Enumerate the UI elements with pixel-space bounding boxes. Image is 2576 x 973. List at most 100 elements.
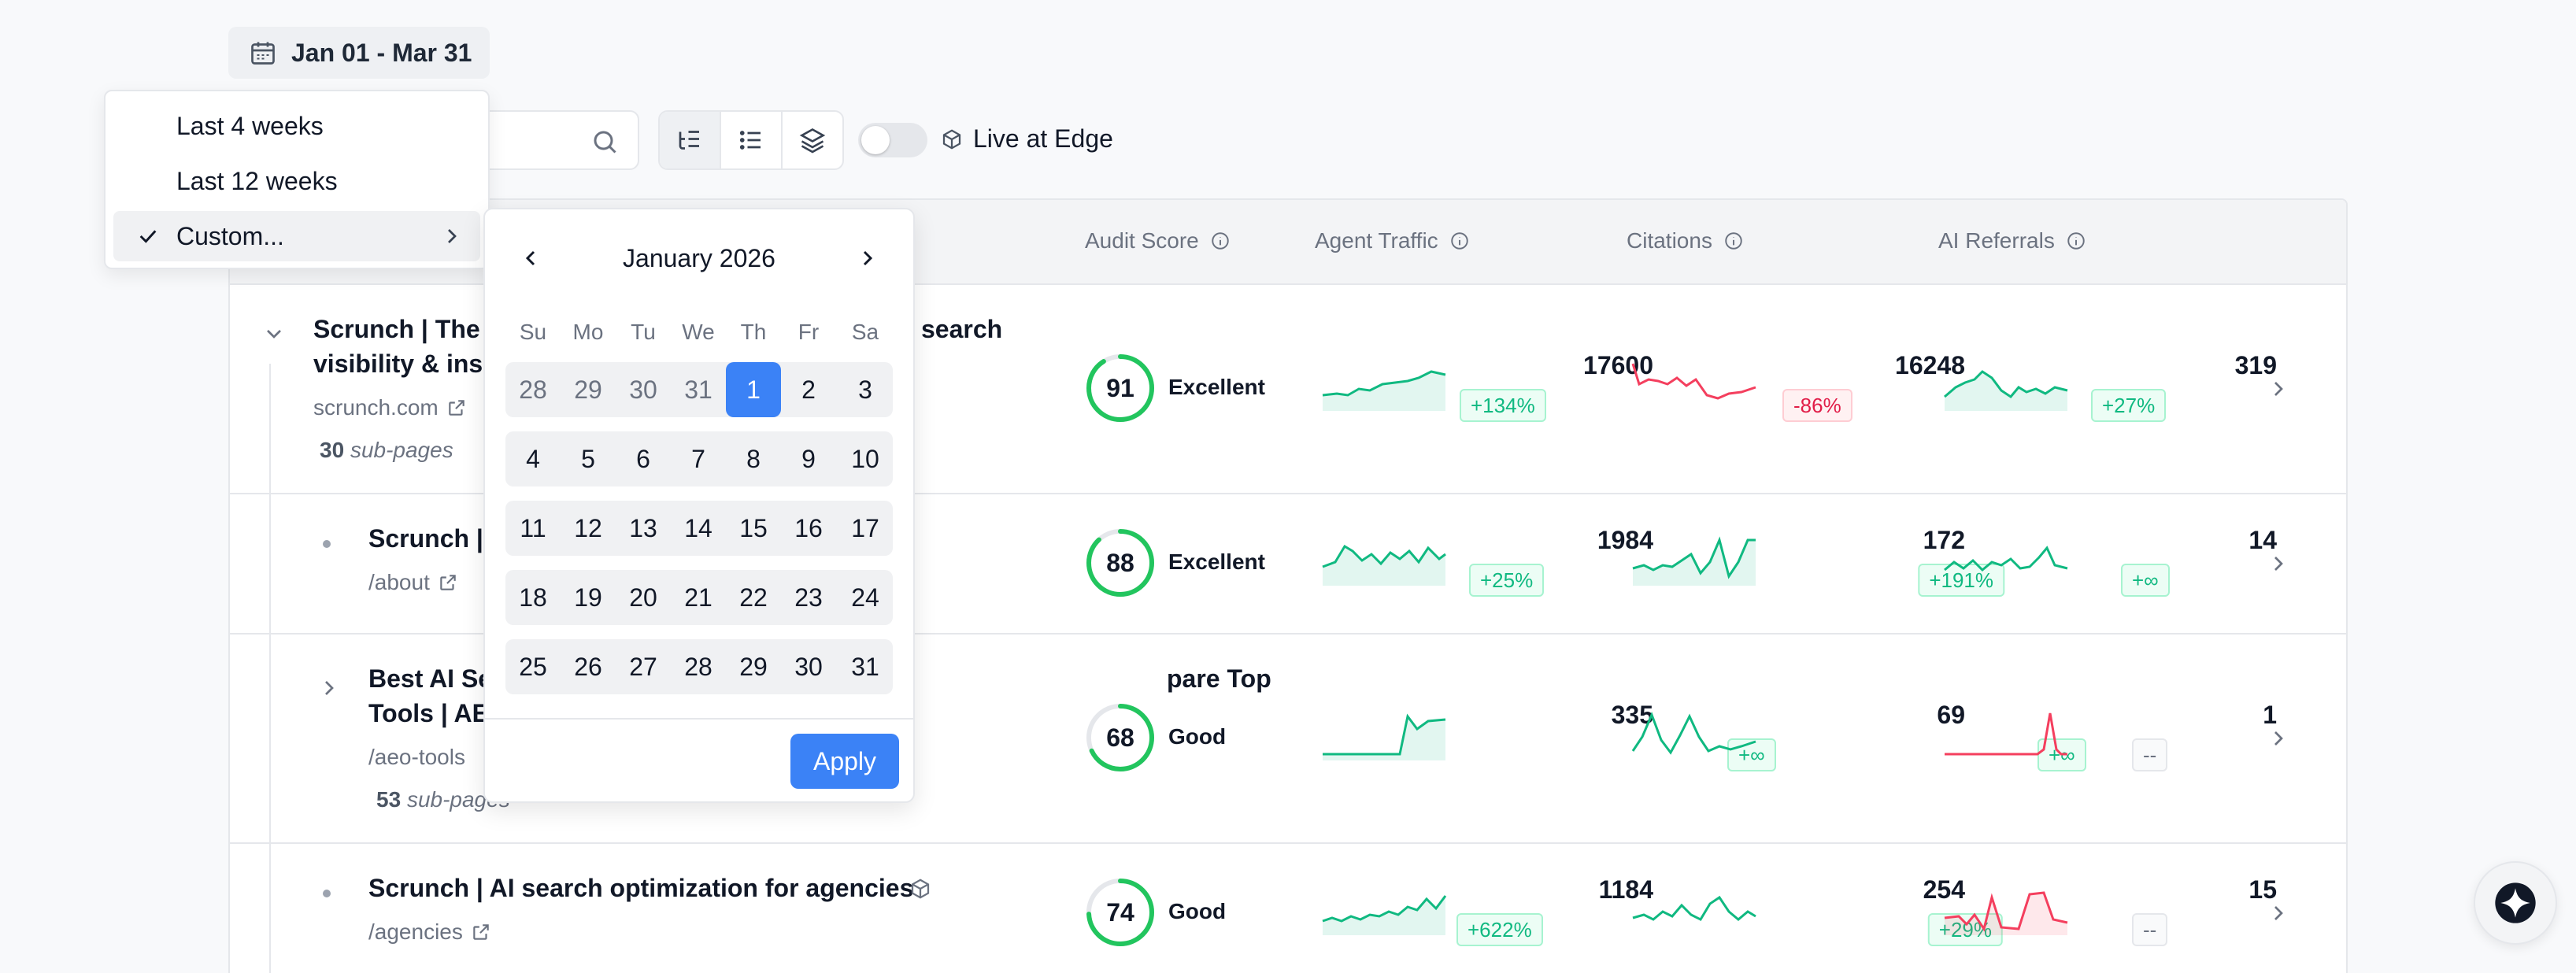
- cube-icon: [911, 879, 930, 899]
- page-url[interactable]: /agencies: [368, 919, 491, 945]
- live-at-edge-toggle[interactable]: [858, 123, 927, 157]
- calendar-day[interactable]: 7: [671, 431, 726, 486]
- info-icon[interactable]: [2066, 231, 2086, 251]
- calendar-day[interactable]: 20: [616, 570, 671, 625]
- column-agent-traffic: Agent Traffic: [1315, 228, 1470, 253]
- weekday-label: Su: [519, 320, 547, 344]
- calendar-day[interactable]: 30: [616, 362, 671, 417]
- calendar-day[interactable]: 29: [726, 639, 781, 694]
- calendar-day[interactable]: 4: [505, 431, 561, 486]
- external-link-icon[interactable]: [438, 572, 458, 593]
- calendar-day[interactable]: 30: [781, 639, 836, 694]
- agent-traffic-delta: +25%: [1469, 564, 1545, 597]
- subpages-count: 30 sub-pages: [320, 438, 453, 462]
- cube-icon: [942, 128, 961, 150]
- ai-referrals-delta: --: [2132, 913, 2168, 946]
- sparkle-icon: [2495, 882, 2536, 923]
- ai-referrals-delta: +27%: [2091, 389, 2167, 422]
- calendar-day[interactable]: 25: [505, 639, 561, 694]
- calendar-day[interactable]: 18: [505, 570, 561, 625]
- ai-referrals-delta: --: [2132, 738, 2168, 771]
- bullet-icon: [323, 890, 331, 897]
- page-title-line2: visibility & insig: [313, 350, 505, 378]
- agent-traffic-delta: +622%: [1456, 913, 1543, 946]
- external-link-icon[interactable]: [471, 922, 491, 942]
- calendar-day[interactable]: 13: [616, 501, 671, 556]
- calendar-popover: January 2026 Su Mo Tu We Th Fr Sa 28 29 30…: [483, 208, 915, 803]
- list-view-button[interactable]: [721, 112, 783, 168]
- calendar-day[interactable]: 15: [726, 501, 781, 556]
- calendar-day[interactable]: 22: [726, 570, 781, 625]
- weekday-label: Tu: [631, 320, 656, 344]
- citations-sparkline: [1632, 895, 1756, 921]
- calendar-day[interactable]: 8: [726, 431, 781, 486]
- view-mode-group: [658, 110, 844, 170]
- weekday-label: Mo: [572, 320, 604, 344]
- table-row[interactable]: Scrunch | AI search optimization for age…: [230, 844, 2346, 973]
- calendar-day[interactable]: 9: [781, 431, 836, 486]
- calendar-day[interactable]: 28: [671, 639, 726, 694]
- calendar-day[interactable]: 23: [781, 570, 836, 625]
- layers-view-button[interactable]: [783, 112, 842, 168]
- external-link-icon[interactable]: [446, 398, 467, 418]
- weekday-label: We: [682, 320, 715, 344]
- calendar-day[interactable]: 28: [505, 362, 561, 417]
- ai-referrals-value: 15: [2248, 875, 2277, 904]
- calendar-day[interactable]: 2: [781, 362, 836, 417]
- apply-button[interactable]: Apply: [790, 734, 899, 789]
- citations-sparkline: [1631, 711, 1756, 755]
- page-url[interactable]: scrunch.com: [313, 395, 467, 420]
- calendar-day[interactable]: 24: [838, 570, 893, 625]
- ai-referrals-sparkline: [1944, 891, 2068, 935]
- calendar-day[interactable]: 19: [561, 570, 616, 625]
- calendar-day[interactable]: 6: [616, 431, 671, 486]
- column-audit-score: Audit Score: [1085, 228, 1231, 253]
- calendar-day[interactable]: 14: [671, 501, 726, 556]
- citations-sparkline: [1631, 363, 1756, 400]
- weekday-label: Fr: [798, 320, 820, 344]
- info-icon[interactable]: [1449, 231, 1470, 251]
- calendar-day[interactable]: 1: [726, 362, 781, 417]
- info-icon[interactable]: [1723, 231, 1744, 251]
- chevron-right-icon[interactable]: [2266, 901, 2291, 926]
- ai-referrals-sparkline: [1945, 712, 2067, 756]
- calendar-day[interactable]: 27: [616, 639, 671, 694]
- list-icon: [739, 131, 761, 150]
- info-icon[interactable]: [1210, 231, 1231, 251]
- calendar-day[interactable]: 5: [561, 431, 616, 486]
- calendar-day[interactable]: 31: [671, 362, 726, 417]
- page-title: Scrunch |: [368, 524, 483, 553]
- calendar-day[interactable]: 16: [781, 501, 836, 556]
- chevron-right-icon[interactable]: [2266, 376, 2291, 401]
- page-url[interactable]: /about: [368, 570, 458, 595]
- agent-traffic-sparkline: [1323, 713, 1446, 760]
- calendar-day[interactable]: 29: [561, 362, 616, 417]
- ai-referrals-delta: +∞: [2121, 564, 2170, 597]
- menu-item-last-4-weeks[interactable]: Last 4 weeks: [113, 101, 480, 151]
- date-range-button[interactable]: Jan 01 - Mar 31: [228, 27, 490, 79]
- calendar-day[interactable]: 11: [505, 501, 561, 556]
- menu-item-custom[interactable]: Custom...: [113, 211, 480, 261]
- page-title-tail: pare Top: [1167, 664, 1271, 693]
- chevron-right-icon[interactable]: [316, 675, 342, 701]
- chevron-right-icon[interactable]: [2266, 726, 2291, 751]
- tree-view-button[interactable]: [660, 112, 721, 168]
- agent-traffic-sparkline: [1322, 895, 1447, 935]
- calendar-day[interactable]: 26: [561, 639, 616, 694]
- audit-score-value: 88: [1106, 548, 1134, 577]
- chevron-right-icon[interactable]: [855, 246, 880, 271]
- calendar-day[interactable]: 10: [838, 431, 893, 486]
- calendar-day[interactable]: 12: [561, 501, 616, 556]
- calendar-day[interactable]: 31: [838, 639, 893, 694]
- chevron-right-icon[interactable]: [2266, 551, 2291, 576]
- calendar-day[interactable]: 3: [838, 362, 893, 417]
- menu-item-last-12-weeks[interactable]: Last 12 weeks: [113, 156, 480, 206]
- calendar-day[interactable]: 17: [838, 501, 893, 556]
- page-url[interactable]: /aeo-tools: [368, 745, 465, 770]
- assistant-button[interactable]: [2474, 861, 2557, 945]
- agent-traffic-sparkline: [1322, 544, 1446, 586]
- ai-referrals-value: 1: [2263, 701, 2277, 729]
- column-ai-referrals: AI Referrals: [1938, 228, 2086, 253]
- calendar-day[interactable]: 21: [671, 570, 726, 625]
- chevron-down-icon[interactable]: [261, 321, 287, 346]
